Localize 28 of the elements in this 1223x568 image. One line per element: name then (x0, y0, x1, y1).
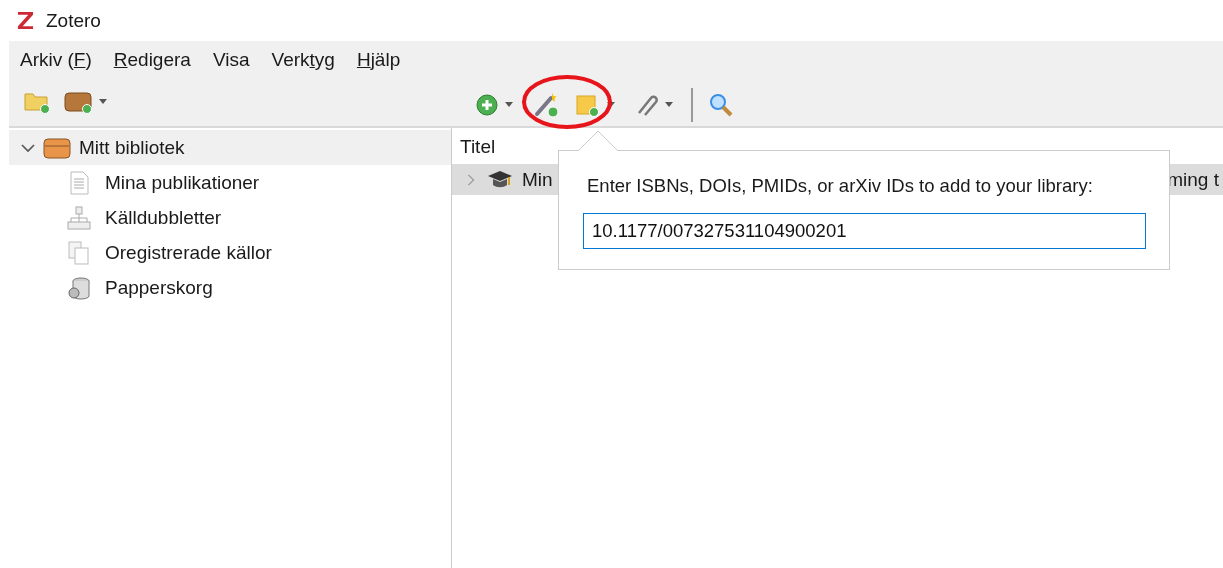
popup-prompt: Enter ISBNs, DOIs, PMIDs, or arXiv IDs to add to your library: (587, 175, 1094, 197)
tree-label: Oregistrerade källor (105, 241, 272, 264)
column-header[interactable]: Titel (460, 136, 496, 157)
magic-wand-icon[interactable] (533, 92, 561, 118)
menu-item[interactable]: Visa (212, 48, 250, 71)
menu-item[interactable]: Arkiv (F) (20, 48, 92, 71)
item-title: Min (522, 168, 553, 191)
app-logo-icon (17, 11, 34, 30)
library-icon (43, 135, 71, 160)
search-icon[interactable] (707, 92, 735, 118)
new-library-icon[interactable] (63, 89, 107, 115)
menu-item[interactable]: Redigera (113, 48, 191, 71)
trash-icon (65, 275, 93, 300)
tree-label: Mitt bibliotek (79, 136, 185, 159)
library-row[interactable]: Mitt bibliotek (9, 130, 451, 165)
tree-label: Mina publikationer (105, 171, 260, 194)
menu-item[interactable]: Verktyg (271, 48, 335, 71)
collection-row[interactable]: Källdubbletter (9, 200, 451, 235)
menu-item[interactable]: Hjälp (356, 48, 401, 71)
collection-row[interactable]: Oregistrerade källor (9, 235, 451, 270)
chevron-icon[interactable] (21, 141, 35, 154)
hierarchy-icon (65, 205, 93, 230)
collection-row[interactable]: Mina publikationer (9, 165, 451, 200)
tree-label: Papperskorg (105, 276, 213, 299)
collection-row[interactable]: Papperskorg (9, 270, 451, 305)
window-title: Zotero (46, 9, 101, 32)
tree-label: Källdubbletter (105, 206, 222, 229)
identifier-input-field[interactable]: 10.1177/007327531104900201 (583, 213, 1146, 249)
